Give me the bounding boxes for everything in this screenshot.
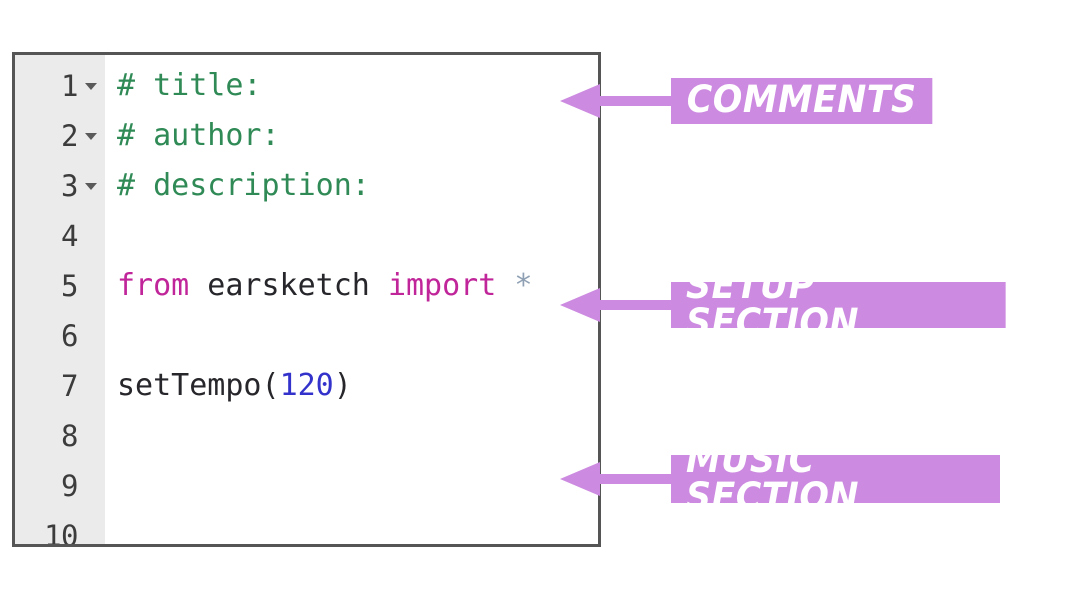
arrow-left-icon xyxy=(560,84,671,118)
annotation-music-section: MUSIC SECTION xyxy=(560,441,1021,515)
code-line-2[interactable]: # author: xyxy=(117,111,598,161)
arrow-head xyxy=(560,288,600,322)
code-line-8[interactable] xyxy=(117,411,598,461)
code-line-5[interactable]: from earsketch import * xyxy=(117,261,598,311)
chevron-down-icon xyxy=(85,82,97,90)
line-number: 5 xyxy=(61,268,78,303)
code-line-6[interactable] xyxy=(117,311,598,361)
code-line-1[interactable]: # title: xyxy=(117,61,598,111)
gutter-line-2: 2 xyxy=(15,111,105,161)
fold-triangle-icon[interactable] xyxy=(83,82,99,90)
token-number: 120 xyxy=(279,368,334,403)
gutter-line-1: 1 xyxy=(15,61,105,111)
line-number: 3 xyxy=(61,168,78,203)
token-keyword: from xyxy=(117,268,190,303)
line-number: 6 xyxy=(61,318,78,353)
fold-triangle-icon[interactable] xyxy=(83,182,99,190)
gutter-line-4: 4 xyxy=(15,211,105,261)
annotation-label-comments: COMMENTS xyxy=(671,78,933,124)
token-comment: # title: xyxy=(117,68,262,103)
token-op: * xyxy=(514,268,533,303)
code-editor[interactable]: 1 2 3 4 5 6 7 8 9 10 # title: # author: # descripti… xyxy=(12,52,601,547)
token-plain: ) xyxy=(333,368,352,403)
token-keyword: import xyxy=(387,268,497,303)
arrow-head xyxy=(560,84,600,118)
line-number: 10 xyxy=(44,518,78,547)
arrow-shaft xyxy=(599,300,671,310)
token-comment: # author: xyxy=(117,118,280,153)
line-number: 8 xyxy=(61,418,78,453)
code-line-3[interactable]: # description: xyxy=(117,161,598,211)
line-number: 7 xyxy=(61,368,78,403)
chevron-down-icon xyxy=(85,132,97,140)
annotation-comments: COMMENTS xyxy=(560,78,949,124)
arrow-head xyxy=(560,462,600,496)
code-line-9[interactable] xyxy=(117,461,598,511)
annotation-setup-section: SETUP SECTION xyxy=(560,267,1027,341)
line-number: 4 xyxy=(61,218,78,253)
gutter-line-5: 5 xyxy=(15,261,105,311)
gutter-line-8: 8 xyxy=(15,411,105,461)
line-number: 9 xyxy=(61,468,78,503)
annotation-label-setup-section: SETUP SECTION xyxy=(671,267,1006,341)
gutter-line-3: 3 xyxy=(15,161,105,211)
chevron-down-icon xyxy=(85,182,97,190)
arrow-shaft xyxy=(599,96,671,106)
gutter-line-10: 10 xyxy=(15,511,105,547)
editor-code-area[interactable]: # title: # author: # description: from ears… xyxy=(105,55,598,544)
fold-triangle-icon[interactable] xyxy=(83,132,99,140)
token-comment: # description: xyxy=(117,168,370,203)
annotation-label-music-section: MUSIC SECTION xyxy=(671,441,1000,515)
editor-gutter: 1 2 3 4 5 6 7 8 9 10 xyxy=(15,55,105,544)
token-plain: setTempo( xyxy=(117,368,280,403)
token-plain: earsketch xyxy=(189,268,388,303)
gutter-line-6: 6 xyxy=(15,311,105,361)
arrow-left-icon xyxy=(560,288,671,322)
arrow-left-icon xyxy=(560,462,671,496)
gutter-line-7: 7 xyxy=(15,361,105,411)
code-line-7[interactable]: setTempo(120) xyxy=(117,361,598,411)
arrow-shaft xyxy=(599,474,671,484)
code-line-4[interactable] xyxy=(117,211,598,261)
code-line-10[interactable] xyxy=(117,511,598,544)
line-number: 2 xyxy=(61,118,78,153)
gutter-line-9: 9 xyxy=(15,461,105,511)
line-number: 1 xyxy=(61,68,78,103)
